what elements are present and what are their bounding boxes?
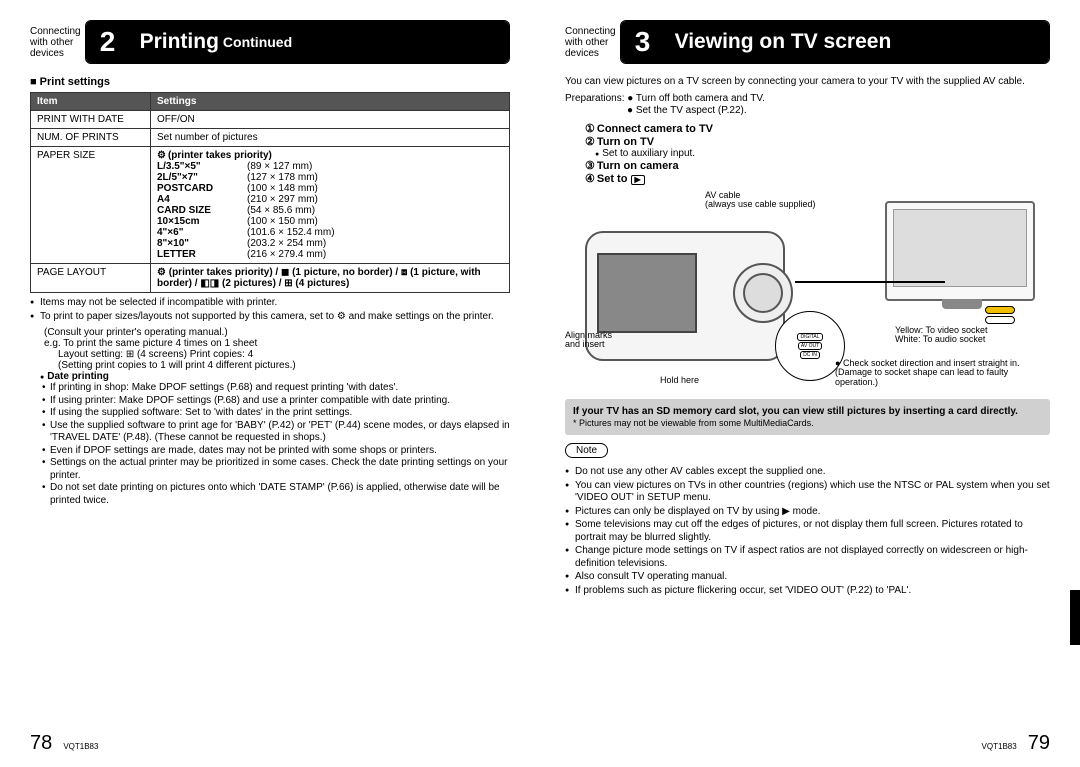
list-item: Settings on the actual printer may be pr… bbox=[42, 457, 510, 482]
step-3: ③Turn on camera bbox=[585, 159, 1050, 172]
page-number: 79 bbox=[1028, 732, 1050, 754]
step-number-badge: 3 bbox=[621, 20, 665, 64]
banner-title: Viewing on TV screen bbox=[665, 20, 1049, 64]
right-page: Connecting with other devices 3 Viewing … bbox=[540, 0, 1080, 767]
banner-prelabel: Connecting with other devices bbox=[565, 26, 620, 59]
cable-line bbox=[795, 281, 945, 283]
doc-id: VQT1B83 bbox=[982, 742, 1017, 751]
note-item: Some televisions may cut off the edges o… bbox=[565, 519, 1050, 544]
intro-text: You can view pictures on a TV screen by … bbox=[565, 76, 1050, 89]
step-number-badge: 2 bbox=[86, 20, 130, 64]
th-item: Item bbox=[31, 93, 151, 111]
list-item: If using printer: Make DPOF settings (P.… bbox=[42, 395, 510, 408]
align-label: Align marks and insert bbox=[565, 331, 612, 351]
doc-id: VQT1B83 bbox=[63, 742, 98, 751]
note-item: To print to paper sizes/layouts not supp… bbox=[30, 311, 510, 324]
step-1: ①Connect camera to TV bbox=[585, 122, 1050, 135]
table-row: PAGE LAYOUT ⚙ (printer takes priority) /… bbox=[31, 264, 510, 293]
step-4: ④Set to ▶ bbox=[585, 172, 1050, 185]
table-row: PAPER SIZE (printer takes priority) L/3.… bbox=[31, 147, 510, 264]
hold-label: Hold here bbox=[660, 376, 699, 386]
th-settings: Settings bbox=[151, 93, 510, 111]
camera-illustration bbox=[585, 231, 785, 361]
list-item: If printing in shop: Make DPOF settings … bbox=[42, 382, 510, 395]
step-2: ②Turn on TV bbox=[585, 135, 1050, 148]
date-printing-header: Date printing bbox=[40, 371, 510, 382]
table-row: PRINT WITH DATE OFF/ON bbox=[31, 111, 510, 129]
example-line: (Setting print copies to 1 will print 4 … bbox=[58, 360, 510, 371]
note-item: Also consult TV operating manual. bbox=[565, 571, 1050, 584]
note-item: (Consult your printer's operating manual… bbox=[44, 327, 510, 338]
check-label: ● Check socket direction and insert stra… bbox=[835, 359, 1035, 389]
note-item: Do not use any other AV cables except th… bbox=[565, 466, 1050, 479]
list-item: Even if DPOF settings are made, dates ma… bbox=[42, 445, 510, 458]
left-page: Connecting with other devices 2 Printing… bbox=[0, 0, 540, 767]
sd-card-callout: If your TV has an SD memory card slot, y… bbox=[565, 399, 1050, 436]
avcable-label: AV cable (always use cable supplied) bbox=[705, 191, 816, 211]
print-settings-header: Print settings bbox=[30, 76, 510, 88]
note-item: Items may not be selected if incompatibl… bbox=[30, 297, 510, 310]
note-item: Change picture mode settings on TV if as… bbox=[565, 545, 1050, 570]
list-item: Do not set date printing on pictures ont… bbox=[42, 482, 510, 507]
list-item: Use the supplied software to print age f… bbox=[42, 420, 510, 445]
right-banner: Connecting with other devices 3 Viewing … bbox=[565, 20, 1050, 64]
settings-table: Item Settings PRINT WITH DATE OFF/ON NUM… bbox=[30, 92, 510, 293]
example-line: e.g. To print the same picture 4 times o… bbox=[44, 338, 510, 349]
page-footer-right: VQT1B83 79 bbox=[982, 732, 1050, 755]
banner-prelabel: Connecting with other devices bbox=[30, 26, 85, 59]
note-item: You can view pictures on TVs in other co… bbox=[565, 480, 1050, 505]
banner-title-suffix: Continued bbox=[223, 34, 292, 50]
example-line: Layout setting: ⊞ (4 screens) Print copi… bbox=[58, 349, 510, 360]
banner-title: Printing Continued bbox=[130, 20, 509, 64]
list-item: If using the supplied software: Set to '… bbox=[42, 407, 510, 420]
section-tab bbox=[1070, 590, 1080, 645]
av-plugs bbox=[985, 306, 1015, 324]
step-2-sub: Set to auxiliary input. bbox=[595, 148, 1050, 159]
banner-title-text: Printing bbox=[140, 30, 219, 54]
note-item: If problems such as picture flickering o… bbox=[565, 585, 1050, 598]
table-row: NUM. OF PRINTS Set number of pictures bbox=[31, 129, 510, 147]
page-number: 78 bbox=[30, 732, 52, 754]
note-pill: Note bbox=[565, 443, 608, 458]
left-banner: Connecting with other devices 2 Printing… bbox=[30, 20, 510, 64]
page-footer-left: 78 VQT1B83 bbox=[30, 732, 98, 755]
connection-diagram: DIGITAL AV OUT DC IN AV cable (always us… bbox=[565, 191, 1035, 391]
printer-icon bbox=[157, 150, 168, 161]
prep-text: Preparations: ● Turn off both camera and… bbox=[565, 93, 1050, 118]
play-icon: ▶ bbox=[631, 175, 645, 185]
tv-illustration bbox=[885, 201, 1035, 301]
socket-labels: Yellow: To video socket White: To audio … bbox=[895, 326, 1035, 346]
note-item: Pictures can only be displayed on TV by … bbox=[565, 506, 1050, 519]
